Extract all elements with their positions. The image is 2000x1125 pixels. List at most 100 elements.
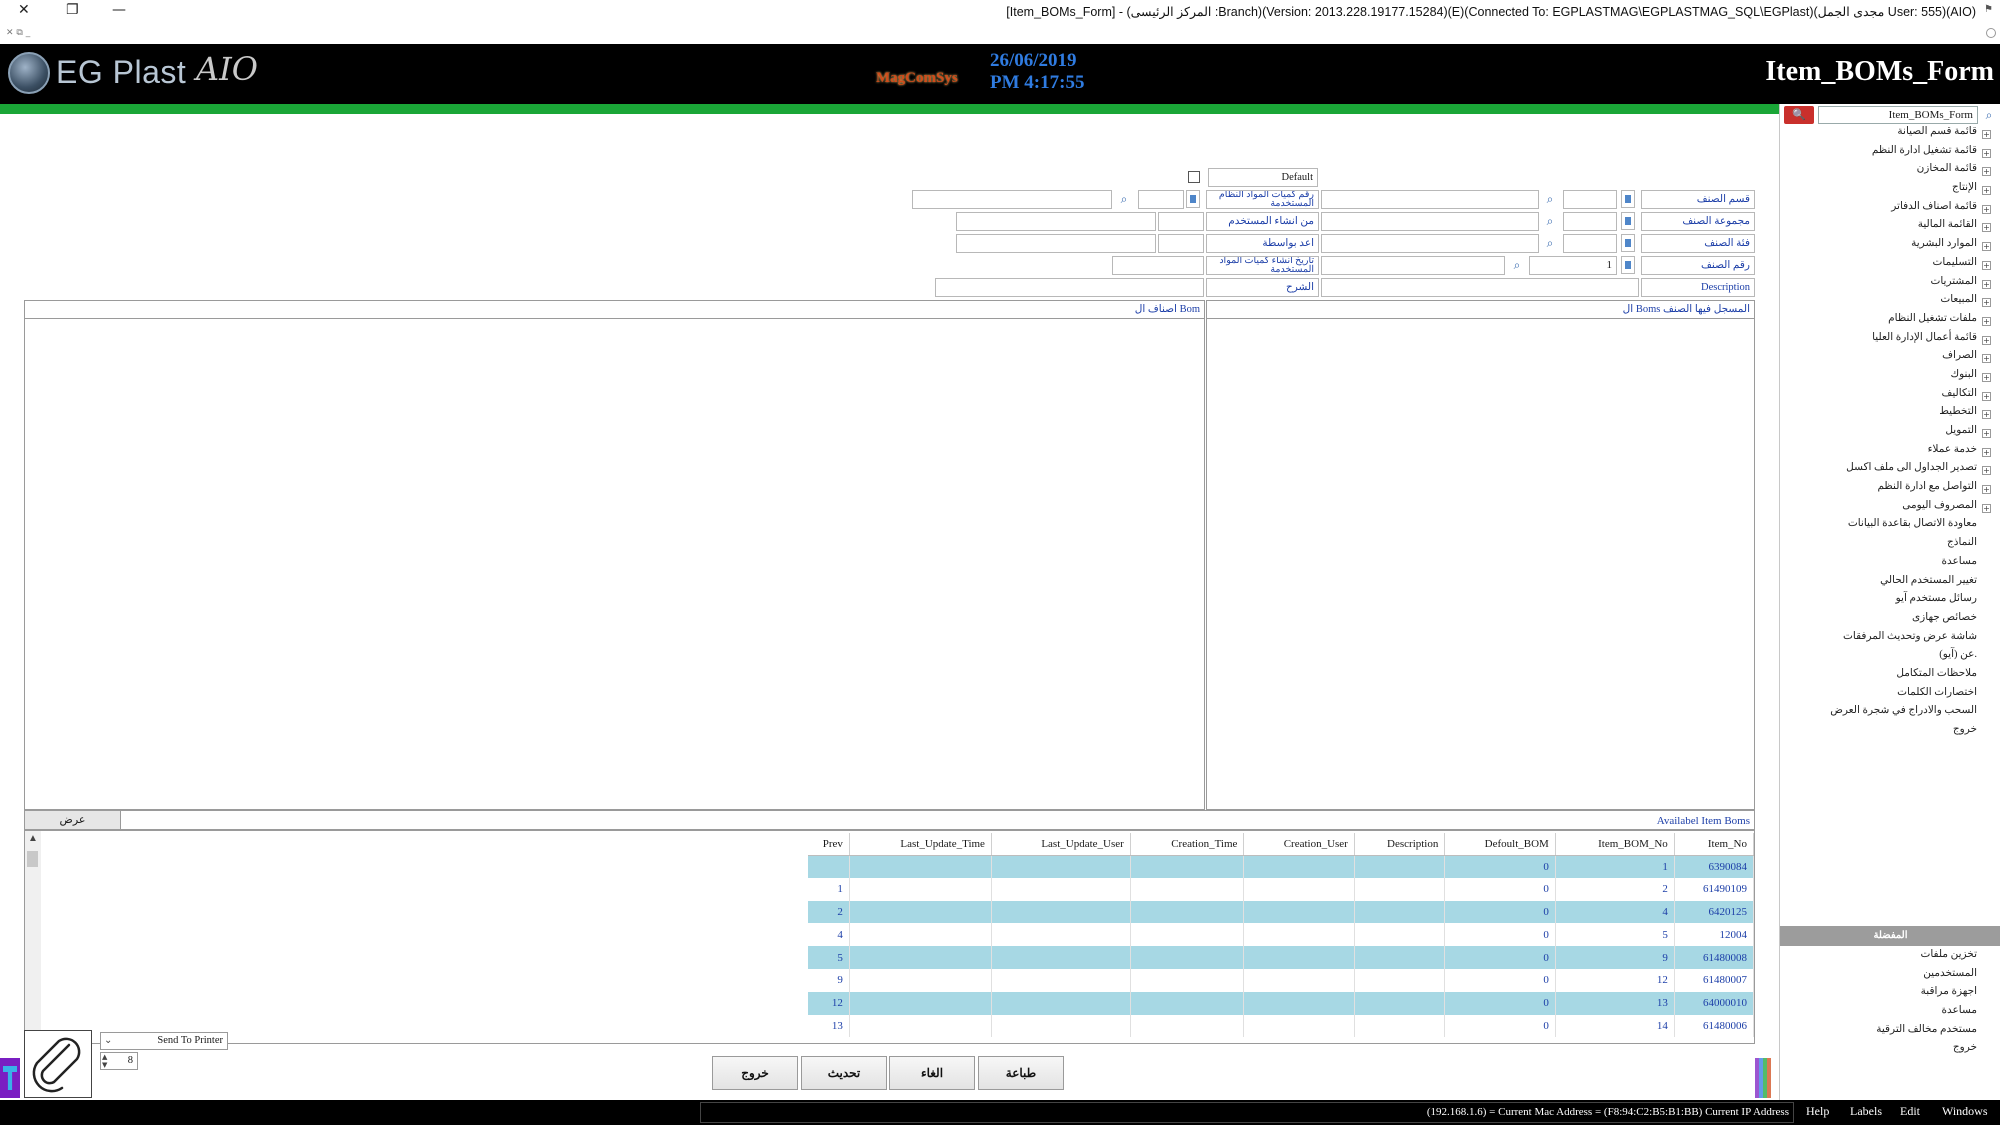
bom-system-no-picker[interactable]: [1186, 190, 1200, 208]
side-tool-tab[interactable]: [0, 1058, 20, 1098]
item-group-name[interactable]: [1321, 212, 1539, 231]
table-cell[interactable]: [849, 900, 992, 924]
item-category-picker[interactable]: [1621, 190, 1635, 208]
table-cell[interactable]: [1354, 946, 1446, 969]
table-cell[interactable]: 4: [808, 923, 850, 947]
expand-plus-icon[interactable]: +: [1982, 485, 1991, 495]
table-cell[interactable]: [1354, 1014, 1446, 1038]
table-cell[interactable]: 0: [1444, 991, 1556, 1015]
table-cell[interactable]: 9: [1555, 946, 1675, 969]
table-cell[interactable]: 0: [1444, 877, 1556, 901]
table-cell[interactable]: [991, 877, 1131, 901]
table-cell[interactable]: 6420125: [1674, 900, 1754, 924]
table-cell[interactable]: 4: [1555, 900, 1675, 924]
stepper-arrows-icon[interactable]: ▲ ▼: [102, 1053, 107, 1069]
nav-item[interactable]: الإنتاج +: [1780, 181, 1997, 200]
table-cell[interactable]: 61480008: [1674, 946, 1754, 969]
mdi-controls[interactable]: ✕ ⧉ _: [6, 28, 30, 38]
table-cell[interactable]: [991, 855, 1131, 878]
table-cell[interactable]: 61480007: [1674, 968, 1754, 992]
chevron-down-icon[interactable]: ⌄: [104, 1033, 112, 1049]
expand-plus-icon[interactable]: +: [1982, 260, 1991, 270]
table-cell[interactable]: 12: [1555, 968, 1675, 992]
nav-item[interactable]: تصدير الجداول الى ملف اكسل +: [1780, 461, 1997, 480]
column-header[interactable]: Item_BOM_No: [1555, 833, 1675, 856]
expand-plus-icon[interactable]: +: [1982, 186, 1991, 196]
table-cell[interactable]: 9: [808, 968, 850, 992]
nav-item[interactable]: قائمة أعمال الإدارة العليا +: [1780, 331, 1997, 350]
nav-item[interactable]: التخطيط +: [1780, 405, 1997, 424]
column-header[interactable]: Last_Update_Time: [849, 833, 992, 856]
favorite-item[interactable]: اجهزة مراقبة: [1780, 985, 1997, 1004]
menu-labels[interactable]: Labels: [1850, 1104, 1882, 1119]
table-cell[interactable]: [1243, 900, 1355, 924]
item-category-name[interactable]: [1321, 190, 1539, 209]
table-cell[interactable]: [1354, 991, 1446, 1015]
expand-plus-icon[interactable]: +: [1982, 410, 1991, 420]
nav-item[interactable]: عن (آيو).: [1780, 648, 1997, 667]
table-cell[interactable]: [1354, 877, 1446, 901]
expand-plus-icon[interactable]: +: [1982, 354, 1991, 364]
expand-plus-icon[interactable]: +: [1982, 391, 1991, 401]
table-cell[interactable]: 1: [808, 877, 850, 901]
print-button[interactable]: طباعة: [978, 1056, 1064, 1090]
table-cell[interactable]: 0: [1444, 900, 1556, 924]
nav-item[interactable]: الموارد البشرية +: [1780, 237, 1997, 256]
table-cell[interactable]: [1130, 923, 1245, 947]
table-cell[interactable]: [1354, 923, 1446, 947]
scroll-thumb[interactable]: [27, 851, 38, 867]
created-by-name[interactable]: [956, 212, 1156, 231]
item-group-code[interactable]: [1563, 212, 1617, 231]
table-cell[interactable]: [991, 968, 1131, 992]
attachment-button[interactable]: [24, 1030, 92, 1098]
table-cell[interactable]: [1130, 991, 1245, 1015]
nav-item[interactable]: معاودة الاتصال بقاعدة البيانات: [1780, 517, 1997, 536]
nav-item[interactable]: القائمة المالية +: [1780, 218, 1997, 237]
nav-item[interactable]: قائمة المخازن +: [1780, 162, 1997, 181]
nav-item[interactable]: النماذج: [1780, 536, 1997, 555]
table-cell[interactable]: [808, 855, 850, 878]
favorite-item[interactable]: المستخدمين: [1780, 967, 1997, 986]
expand-plus-icon[interactable]: +: [1982, 279, 1991, 289]
table-cell[interactable]: 12: [808, 991, 850, 1015]
default-checkbox[interactable]: [1188, 171, 1200, 183]
bom-system-no-code[interactable]: [1138, 190, 1184, 209]
expand-plus-icon[interactable]: +: [1982, 429, 1991, 438]
table-cell[interactable]: 1: [1555, 855, 1675, 878]
item-no-name[interactable]: [1321, 256, 1505, 275]
table-cell[interactable]: [1354, 900, 1446, 924]
table-cell[interactable]: [1243, 855, 1355, 878]
table-cell[interactable]: 61480006: [1674, 1014, 1754, 1038]
table-cell[interactable]: [1130, 946, 1245, 969]
table-cell[interactable]: 2: [808, 900, 850, 924]
column-header[interactable]: Defoult_BOM: [1444, 833, 1556, 856]
nav-item[interactable]: المبيعات +: [1780, 293, 1997, 312]
table-cell[interactable]: [991, 946, 1131, 969]
table-cell[interactable]: 5: [1555, 923, 1675, 947]
column-header[interactable]: Creation_Time: [1130, 833, 1245, 856]
table-cell[interactable]: [1243, 877, 1355, 901]
table-cell[interactable]: [1130, 855, 1245, 878]
menu-windows[interactable]: Windows: [1942, 1104, 1988, 1119]
item-class-code[interactable]: [1563, 234, 1617, 253]
expand-plus-icon[interactable]: +: [1982, 130, 1991, 139]
nav-item[interactable]: خدمة عملاء +: [1780, 443, 1997, 462]
favorite-item[interactable]: مستخدم مخالف الترقية: [1780, 1023, 1997, 1042]
table-row[interactable]: 1 0 2 61490109: [808, 877, 1754, 901]
table-cell[interactable]: 0: [1444, 1014, 1556, 1038]
copies-stepper[interactable]: ▲ ▼ 8: [100, 1052, 138, 1070]
item-class-name[interactable]: [1321, 234, 1539, 253]
notes-input[interactable]: [935, 278, 1204, 297]
table-row[interactable]: 0 1 6390084: [808, 855, 1754, 878]
item-category-code[interactable]: [1563, 190, 1617, 209]
table-cell[interactable]: [991, 991, 1131, 1015]
expand-plus-icon[interactable]: +: [1982, 372, 1991, 382]
refresh-button[interactable]: تحديث: [801, 1056, 887, 1090]
item-group-picker[interactable]: [1621, 212, 1635, 230]
nav-item[interactable]: المشتريات +: [1780, 275, 1997, 294]
nav-item[interactable]: المصروف اليومى +: [1780, 499, 1997, 518]
nav-item[interactable]: التكاليف +: [1780, 387, 1997, 406]
table-cell[interactable]: [1130, 968, 1245, 992]
exit-button[interactable]: خروج: [712, 1056, 798, 1090]
nav-item[interactable]: تغيير المستخدم الحالي: [1780, 574, 1997, 593]
